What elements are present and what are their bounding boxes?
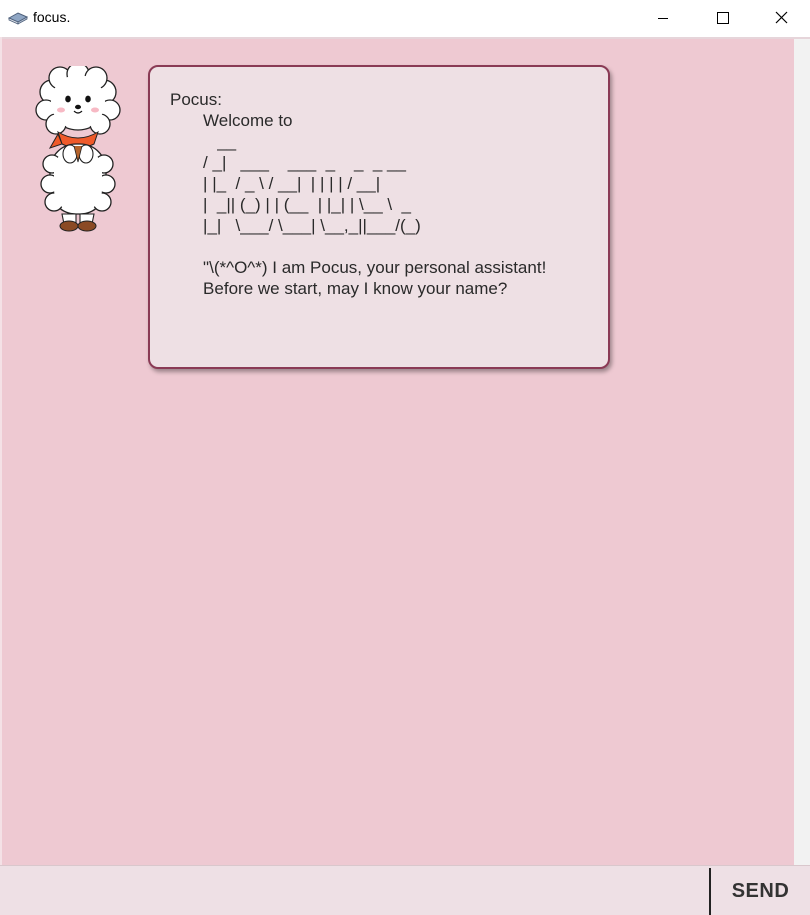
maximize-button[interactable]	[694, 0, 752, 37]
send-button[interactable]: SEND	[711, 866, 810, 915]
bot-message-text: Pocus: Welcome to __ / _| ___ ___ _ _ _ …	[170, 90, 547, 298]
chat-top-border	[0, 37, 810, 39]
input-bar: SEND	[0, 865, 810, 915]
minimize-icon	[657, 9, 669, 28]
scrollbar-track[interactable]	[794, 39, 810, 865]
message-input[interactable]	[0, 866, 709, 915]
maximize-icon	[717, 9, 729, 28]
sheep-mascot-icon	[30, 62, 126, 232]
chat-left-edge	[0, 37, 2, 865]
window-title: focus.	[33, 9, 71, 25]
minimize-button[interactable]	[634, 0, 692, 37]
title-bar: focus.	[0, 0, 810, 37]
bot-message-bubble: Pocus: Welcome to __ / _| ___ ___ _ _ _ …	[148, 65, 610, 369]
close-icon	[775, 9, 788, 28]
close-button[interactable]	[752, 0, 810, 37]
book-icon	[7, 10, 29, 26]
